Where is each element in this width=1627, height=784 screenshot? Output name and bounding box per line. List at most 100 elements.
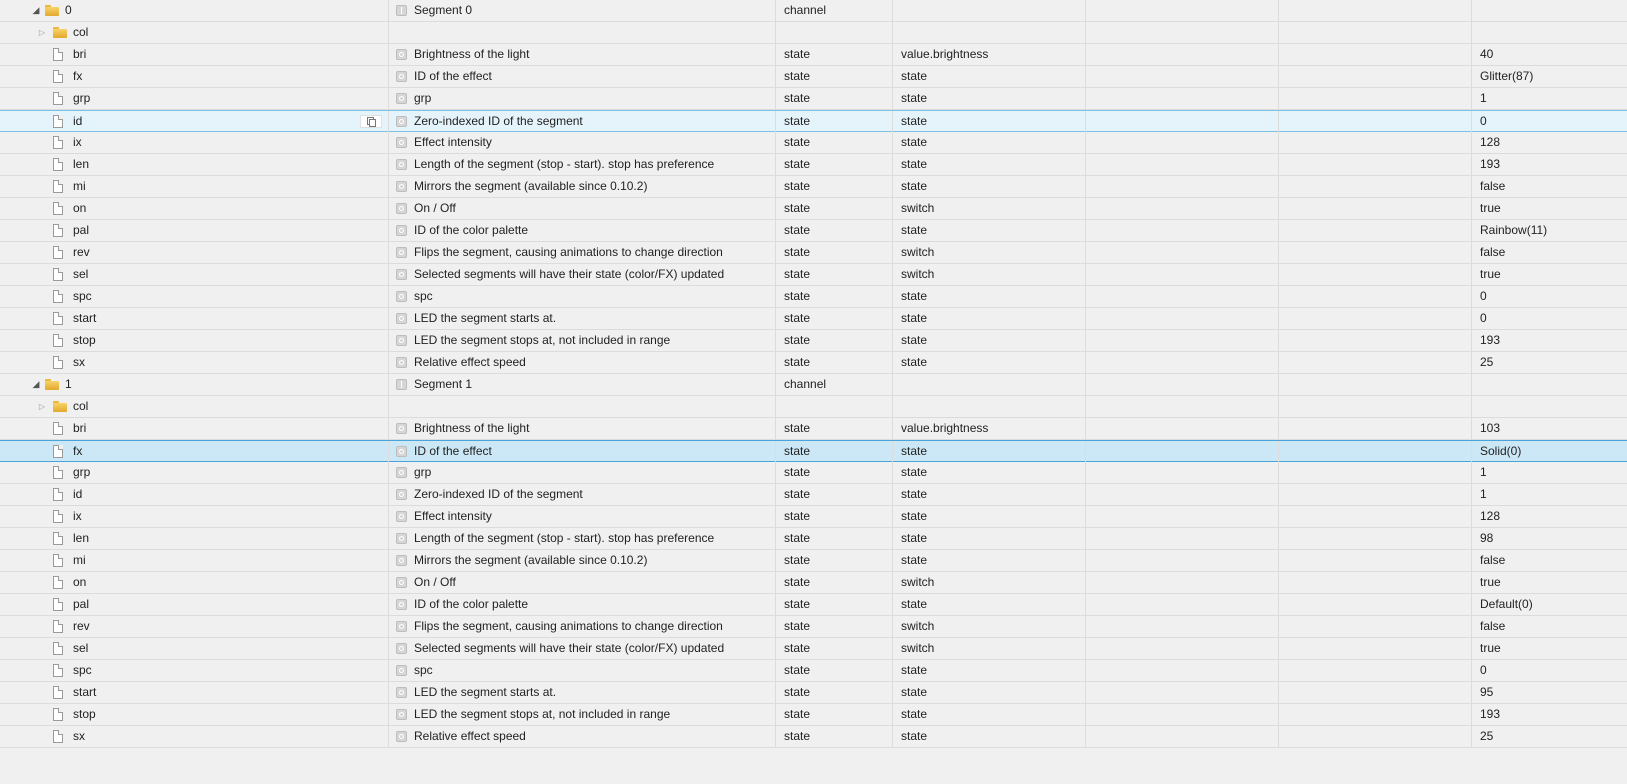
tree-row-state[interactable]: mi Mirrors the segment (available since 0… bbox=[0, 176, 1627, 198]
tree-row-state[interactable]: fx ID of the effect state state Solid(0) bbox=[0, 440, 1627, 462]
object-value: 193 bbox=[1480, 707, 1501, 721]
value-cell[interactable]: 103 bbox=[1472, 418, 1627, 439]
value-cell[interactable]: true bbox=[1472, 572, 1627, 593]
object-name: spc bbox=[414, 663, 433, 677]
type-cell: state bbox=[776, 726, 893, 747]
value-cell[interactable]: 128 bbox=[1472, 506, 1627, 527]
collapsed-arrow-icon[interactable]: ▷ bbox=[37, 22, 47, 43]
tree-row-state[interactable]: pal ID of the color palette state state Rain… bbox=[0, 220, 1627, 242]
function-cell bbox=[1279, 132, 1472, 153]
type-cell: state bbox=[776, 330, 893, 351]
tree-row-state[interactable]: id Zero-indexed ID of the segment state sta… bbox=[0, 484, 1627, 506]
tree-row-state[interactable]: spc spc state state 0 bbox=[0, 286, 1627, 308]
value-cell[interactable]: true bbox=[1472, 198, 1627, 219]
tree-row-state[interactable]: ix Effect intensity state state 128 bbox=[0, 506, 1627, 528]
object-role: state bbox=[901, 311, 928, 325]
tree-row-state[interactable]: bri Brightness of the light state value.bri… bbox=[0, 44, 1627, 66]
tree-row-state[interactable]: sel Selected segments will have their sta… bbox=[0, 638, 1627, 660]
function-cell bbox=[1279, 682, 1472, 703]
value-cell[interactable]: false bbox=[1472, 616, 1627, 637]
role-cell: state bbox=[893, 286, 1086, 307]
value-cell[interactable]: 128 bbox=[1472, 132, 1627, 153]
tree-row-state[interactable]: pal ID of the color palette state state Defa… bbox=[0, 594, 1627, 616]
value-cell[interactable]: 1 bbox=[1472, 462, 1627, 483]
value-cell[interactable]: 1 bbox=[1472, 484, 1627, 505]
tree-row-state[interactable]: stop LED the segment stops at, not includ… bbox=[0, 704, 1627, 726]
value-cell[interactable]: false bbox=[1472, 550, 1627, 571]
value-cell[interactable]: 0 bbox=[1472, 660, 1627, 681]
function-cell bbox=[1279, 638, 1472, 659]
value-cell[interactable]: 0 bbox=[1472, 308, 1627, 329]
object-id: id bbox=[73, 114, 83, 128]
collapsed-arrow-icon[interactable]: ▷ bbox=[37, 396, 47, 417]
value-cell[interactable]: false bbox=[1472, 176, 1627, 197]
value-cell[interactable]: 0 bbox=[1472, 111, 1627, 132]
tree-row-state[interactable]: stop LED the segment stops at, not includ… bbox=[0, 330, 1627, 352]
tree-row-state[interactable]: rev Flips the segment, causing animations… bbox=[0, 242, 1627, 264]
value-cell[interactable]: 193 bbox=[1472, 704, 1627, 725]
tree-row-state[interactable]: rev Flips the segment, causing animations… bbox=[0, 616, 1627, 638]
tree-row-channel[interactable]: ◢ 0 Segment 0 channel bbox=[0, 0, 1627, 22]
value-cell[interactable]: 1 bbox=[1472, 88, 1627, 109]
tree-row-state[interactable]: grp grp state state 1 bbox=[0, 462, 1627, 484]
id-cell: ▷ col bbox=[0, 396, 389, 417]
tree-row-state[interactable]: sel Selected segments will have their sta… bbox=[0, 264, 1627, 286]
expanded-arrow-icon[interactable]: ◢ bbox=[31, 0, 41, 21]
object-role: state bbox=[901, 135, 928, 149]
state-icon bbox=[396, 181, 407, 192]
value-cell[interactable]: Rainbow(11) bbox=[1472, 220, 1627, 241]
tree-row-state[interactable]: on On / Off state switch true bbox=[0, 572, 1627, 594]
object-name: Segment 0 bbox=[414, 3, 473, 17]
expanded-arrow-icon[interactable]: ◢ bbox=[31, 374, 41, 395]
object-role: state bbox=[901, 114, 928, 128]
tree-row-state[interactable]: ix Effect intensity state state 128 bbox=[0, 132, 1627, 154]
value-cell[interactable]: Solid(0) bbox=[1472, 441, 1627, 462]
value-cell[interactable]: true bbox=[1472, 264, 1627, 285]
value-cell[interactable]: 40 bbox=[1472, 44, 1627, 65]
id-cell: mi bbox=[0, 550, 389, 571]
tree-row-channel[interactable]: ◢ 1 Segment 1 channel bbox=[0, 374, 1627, 396]
value-cell[interactable]: 193 bbox=[1472, 154, 1627, 175]
tree-row-state[interactable]: len Length of the segment (stop - start).… bbox=[0, 154, 1627, 176]
tree-row-folder[interactable]: ▷ col bbox=[0, 22, 1627, 44]
value-cell[interactable]: 95 bbox=[1472, 682, 1627, 703]
object-id: len bbox=[73, 531, 90, 545]
tree-row-state[interactable]: sx Relative effect speed state state 25 bbox=[0, 352, 1627, 374]
room-cell bbox=[1086, 528, 1279, 549]
tree-row-state[interactable]: fx ID of the effect state state Glitter(87) bbox=[0, 66, 1627, 88]
tree-row-state[interactable]: on On / Off state switch true bbox=[0, 198, 1627, 220]
tree-row-state[interactable]: len Length of the segment (stop - start).… bbox=[0, 528, 1627, 550]
object-type: channel bbox=[784, 3, 827, 17]
value-cell[interactable]: 25 bbox=[1472, 726, 1627, 747]
object-role: state bbox=[901, 465, 928, 479]
tree-row-state[interactable]: sx Relative effect speed state state 25 bbox=[0, 726, 1627, 748]
object-name: Brightness of the light bbox=[414, 421, 530, 435]
value-cell[interactable]: Default(0) bbox=[1472, 594, 1627, 615]
value-cell[interactable]: 0 bbox=[1472, 286, 1627, 307]
tree-row-state[interactable]: start LED the segment starts at. state stat… bbox=[0, 308, 1627, 330]
room-cell bbox=[1086, 550, 1279, 571]
value-cell[interactable]: 98 bbox=[1472, 528, 1627, 549]
tree-row-folder[interactable]: ▷ col bbox=[0, 396, 1627, 418]
object-name: On / Off bbox=[414, 201, 456, 215]
tree-row-state[interactable]: spc spc state state 0 bbox=[0, 660, 1627, 682]
value-cell[interactable]: 193 bbox=[1472, 330, 1627, 351]
role-cell: switch bbox=[893, 242, 1086, 263]
tree-row-state[interactable]: bri Brightness of the light state value.bri… bbox=[0, 418, 1627, 440]
function-cell bbox=[1279, 220, 1472, 241]
object-role: state bbox=[901, 444, 928, 458]
role-cell: switch bbox=[893, 572, 1086, 593]
value-cell[interactable]: false bbox=[1472, 242, 1627, 263]
tree-row-state[interactable]: start LED the segment starts at. state stat… bbox=[0, 682, 1627, 704]
value-cell[interactable]: true bbox=[1472, 638, 1627, 659]
value-cell[interactable]: Glitter(87) bbox=[1472, 66, 1627, 87]
object-id: id bbox=[73, 487, 83, 501]
value-cell[interactable]: 25 bbox=[1472, 352, 1627, 373]
file-icon bbox=[53, 642, 63, 655]
object-type: state bbox=[784, 685, 811, 699]
copy-icon[interactable] bbox=[360, 115, 382, 128]
tree-row-state[interactable]: mi Mirrors the segment (available since 0… bbox=[0, 550, 1627, 572]
file-icon bbox=[53, 246, 63, 259]
tree-row-state[interactable]: grp grp state state 1 bbox=[0, 88, 1627, 110]
tree-row-state[interactable]: id Zero-indexed ID of the segment state sta… bbox=[0, 110, 1627, 132]
